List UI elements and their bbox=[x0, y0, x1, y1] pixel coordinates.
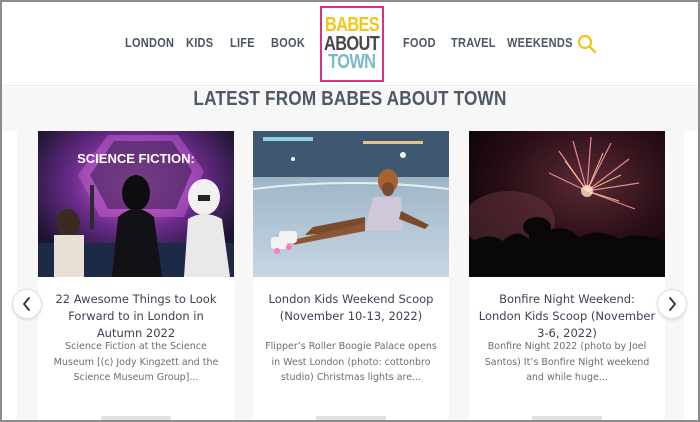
read-more-button[interactable] bbox=[101, 416, 171, 422]
logo-line-town: TOWN bbox=[328, 51, 376, 74]
fireworks-photo[interactable] bbox=[469, 131, 665, 277]
nav-link-weekends[interactable]: WEEKENDS bbox=[507, 36, 573, 50]
read-more-button[interactable] bbox=[316, 416, 386, 422]
post-excerpt: Bonfire Night 2022 (photo by Joel Santos… bbox=[484, 341, 650, 383]
nav-link-kids[interactable]: KIDS bbox=[186, 36, 213, 50]
site-logo[interactable]: BABES ABOUT TOWN bbox=[320, 6, 384, 82]
nav-link-life[interactable]: LIFE bbox=[230, 36, 255, 50]
science-fiction-exhibition-photo[interactable]: SCIENCE FICTION: bbox=[38, 131, 234, 277]
nav-link-london[interactable]: LONDON bbox=[125, 36, 174, 50]
carousel-next-button[interactable] bbox=[657, 289, 687, 319]
post-card[interactable]: SCIENCE FICTION: 22 Awesome Things to Lo… bbox=[38, 131, 234, 422]
nav-link-book[interactable]: BOOK bbox=[271, 36, 305, 50]
nav-link-food[interactable]: FOOD bbox=[403, 36, 436, 50]
search-icon[interactable] bbox=[576, 33, 598, 55]
post-title[interactable]: 22 Awesome Things to Look Forward to in … bbox=[46, 291, 226, 342]
read-more-button[interactable] bbox=[532, 416, 602, 422]
exhibition-sign-text: SCIENCE FICTION: bbox=[77, 151, 195, 166]
post-card[interactable]: London Kids Weekend Scoop (November 10-1… bbox=[253, 131, 449, 422]
post-card[interactable]: Bonfire Night Weekend: London Kids Scoop… bbox=[469, 131, 665, 422]
card-partial-right bbox=[684, 131, 698, 422]
post-title[interactable]: Bonfire Night Weekend: London Kids Scoop… bbox=[477, 291, 657, 342]
chevron-right-icon bbox=[669, 297, 676, 311]
nav-link-travel[interactable]: TRAVEL bbox=[451, 36, 496, 50]
post-title[interactable]: London Kids Weekend Scoop (November 10-1… bbox=[261, 291, 441, 325]
section-title: LATEST FROM BABES ABOUT TOWN bbox=[193, 88, 507, 110]
post-excerpt: Science Fiction at the Science Museum [(… bbox=[53, 341, 219, 383]
chevron-left-icon bbox=[23, 297, 30, 311]
roller-skater-photo[interactable] bbox=[253, 131, 449, 277]
post-excerpt: Flipper’s Roller Boogie Palace opens in … bbox=[265, 341, 437, 383]
card-partial-left bbox=[2, 131, 17, 422]
carousel-prev-button[interactable] bbox=[12, 289, 42, 319]
site-header: LONDON KIDS LIFE BOOK BABES ABOUT TOWN F… bbox=[2, 2, 698, 86]
